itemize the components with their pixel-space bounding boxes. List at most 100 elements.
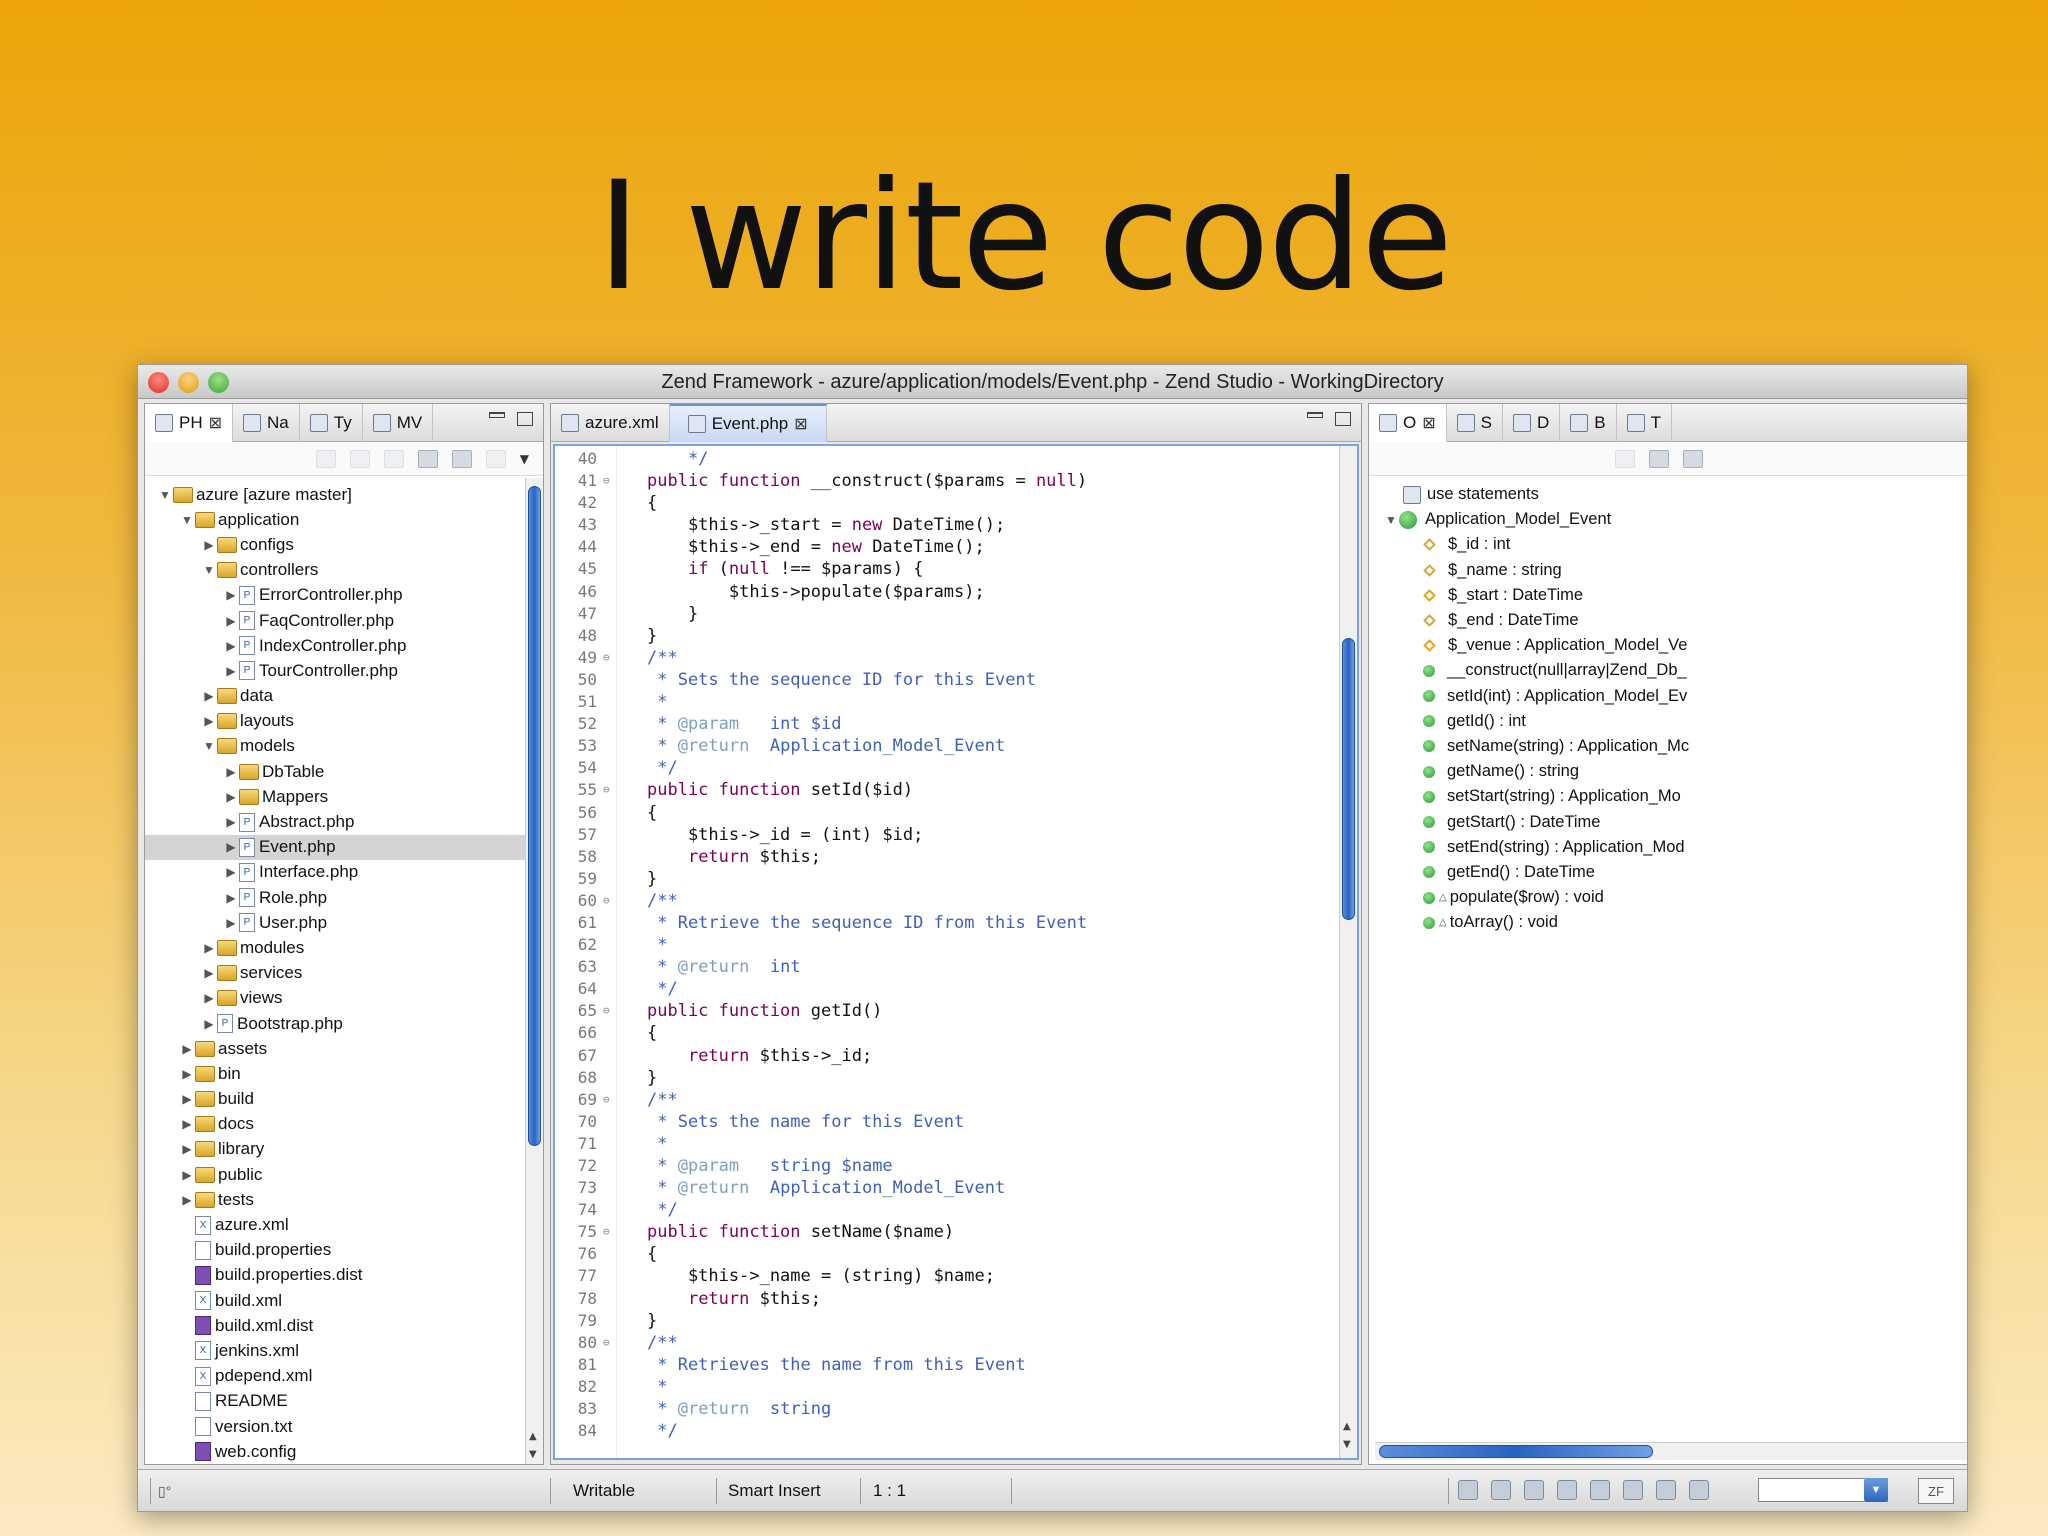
outline-item[interactable]: use statements	[1383, 482, 1967, 507]
expand-arrow-icon[interactable]: ▶	[201, 538, 217, 552]
tree-item[interactable]: ▶ P User.php	[145, 910, 525, 935]
back-icon[interactable]	[315, 449, 336, 468]
code-line[interactable]: 53 * @return Application_Model_Event	[555, 735, 1333, 757]
code-line[interactable]: 61 * Retrieve the sequence ID from this …	[555, 912, 1333, 934]
code-line[interactable]: 74 */	[555, 1199, 1333, 1221]
editor-scroll-thumb[interactable]	[1342, 638, 1355, 920]
zend-logo-icon[interactable]: ZF	[1918, 1478, 1954, 1504]
tree-item[interactable]: ▶ modules	[145, 935, 525, 960]
outline-item[interactable]: $_end : DateTime	[1383, 608, 1967, 633]
expand-arrow-icon[interactable]: ▶	[179, 1117, 195, 1131]
fold-toggle-icon[interactable]: ⊖	[603, 779, 617, 801]
tree-item[interactable]: web.config	[145, 1439, 525, 1464]
tree-item[interactable]: ▶ P IndexController.php	[145, 633, 525, 658]
maximize-panel-icon[interactable]	[517, 412, 533, 426]
collapse-arrow-icon[interactable]: ▼	[157, 488, 173, 502]
close-icon[interactable]: ⊠	[209, 413, 222, 433]
code-line[interactable]: 67 return $this->_id;	[555, 1045, 1333, 1067]
code-line[interactable]: 64 */	[555, 978, 1333, 1000]
tab-ph[interactable]: PH ⊠	[145, 403, 234, 442]
hide-fields-icon[interactable]	[1615, 449, 1635, 468]
code-line[interactable]: 78 return $this;	[555, 1288, 1333, 1310]
bug-icon[interactable]	[1557, 1480, 1577, 1500]
code-line[interactable]: 62 *	[555, 934, 1333, 956]
tree-item[interactable]: README	[145, 1389, 525, 1414]
tree-item[interactable]: ▶ docs	[145, 1112, 525, 1137]
tree-item[interactable]: ▶ P Abstract.php	[145, 809, 525, 834]
code-editor[interactable]: 40 */41 ⊖ public function __construct($par…	[553, 444, 1448, 1460]
code-line[interactable]: 66 {	[555, 1022, 1333, 1044]
expand-arrow-icon[interactable]: ▶	[223, 790, 239, 804]
code-line[interactable]: 77 $this->_name = (string) $name;	[555, 1265, 1333, 1287]
code-line[interactable]: 55 ⊖ public function setId($id)	[555, 779, 1333, 801]
editor-scroll-down-icon[interactable]: ▼	[1343, 1439, 1351, 1450]
tree-item[interactable]: ▶ services	[145, 961, 525, 986]
code-line[interactable]: 40 */	[555, 448, 1333, 470]
outline-tab-t[interactable]: T	[1617, 403, 1672, 442]
tree-item[interactable]: ▶ library	[145, 1137, 525, 1162]
up-icon[interactable]	[383, 449, 404, 468]
expand-arrow-icon[interactable]: ▶	[201, 966, 217, 980]
code-line[interactable]: 73 * @return Application_Model_Event	[555, 1177, 1333, 1199]
tree-item[interactable]: ▶ Mappers	[145, 784, 525, 809]
code-line[interactable]: 47 }	[555, 603, 1333, 625]
tree-item[interactable]: ▼ controllers	[145, 558, 525, 583]
fold-toggle-icon[interactable]: ⊖	[603, 1332, 617, 1354]
outline-tab-o[interactable]: O ⊠	[1369, 403, 1447, 442]
tree-item[interactable]: ▶ layouts	[145, 709, 525, 734]
close-icon[interactable]: ⊠	[1422, 413, 1435, 433]
code-line[interactable]: 50 * Sets the sequence ID for this Event	[555, 669, 1333, 691]
tree-item[interactable]: ▶ P Event.php	[145, 834, 525, 860]
code-line[interactable]: 70 * Sets the name for this Event	[555, 1111, 1333, 1133]
tree-item[interactable]: ▶ assets	[145, 1036, 525, 1061]
terminal-icon[interactable]	[1458, 1480, 1478, 1500]
collapse-arrow-icon[interactable]: ▼	[201, 563, 217, 577]
tree-item[interactable]: ▶ P Interface.php	[145, 860, 525, 885]
tree-item[interactable]: ▶ P TourController.php	[145, 658, 525, 683]
close-window-button[interactable]	[148, 372, 169, 393]
expand-arrow-icon[interactable]: ▶	[201, 714, 217, 728]
code-line[interactable]: 54 */	[555, 757, 1333, 779]
fold-toggle-icon[interactable]: ⊖	[603, 1089, 617, 1111]
code-line[interactable]: 82 *	[555, 1376, 1333, 1398]
outline-tab-b[interactable]: B	[1560, 403, 1617, 442]
code-line[interactable]: 80 ⊖ /**	[555, 1332, 1333, 1354]
expand-arrow-icon[interactable]: ▶	[223, 815, 239, 829]
code-line[interactable]: 59}	[555, 868, 1333, 890]
tree-item[interactable]: ▶ P Role.php	[145, 885, 525, 910]
explorer-scrollbar[interactable]: ▲ ▼	[525, 478, 543, 1464]
expand-arrow-icon[interactable]: ▶	[201, 941, 217, 955]
tree-item[interactable]: ▶ DbTable	[145, 759, 525, 784]
code-line[interactable]: 69 ⊖ /**	[555, 1089, 1333, 1111]
close-tab-icon[interactable]: ⊠	[794, 414, 807, 434]
collapse-arrow-icon[interactable]: ▼	[1383, 513, 1399, 527]
collapse-outline-icon[interactable]	[1649, 449, 1669, 468]
tree-item[interactable]: build.xml.dist	[145, 1313, 525, 1338]
server-icon[interactable]	[1491, 1480, 1511, 1500]
tree-item[interactable]: ▶ views	[145, 986, 525, 1011]
fast-view-icon[interactable]: ▯°	[158, 1470, 171, 1511]
explorer-scroll-thumb[interactable]	[528, 486, 541, 1146]
outline-hscroll-thumb[interactable]	[1379, 1445, 1653, 1458]
expand-arrow-icon[interactable]: ▶	[179, 1142, 195, 1156]
expand-arrow-icon[interactable]: ▶	[179, 1042, 195, 1056]
tree-item[interactable]: ▶ build	[145, 1087, 525, 1112]
outline-item[interactable]: getId() : int	[1383, 709, 1967, 734]
outline-item[interactable]: $_venue : Application_Model_Ve	[1383, 633, 1967, 658]
outline-item[interactable]: ▼ Application_Model_Event	[1383, 507, 1967, 532]
collapse-arrow-icon[interactable]: ▼	[201, 739, 217, 753]
code-line[interactable]: 63 * @return int	[555, 956, 1333, 978]
outline-item[interactable]: △ toArray() : void	[1383, 910, 1967, 935]
link-with-editor-icon[interactable]	[451, 449, 472, 468]
code-line[interactable]: 56 {	[555, 802, 1333, 824]
tree-item[interactable]: Xpdepend.xml	[145, 1364, 525, 1389]
editor-tab-azure-xml[interactable]: azure.xml	[551, 403, 670, 442]
outline-item[interactable]: △ populate($row) : void	[1383, 885, 1967, 910]
fold-toggle-icon[interactable]: ⊖	[603, 1000, 617, 1022]
tree-item[interactable]: ▶ public	[145, 1162, 525, 1187]
outline-tab-d[interactable]: D	[1503, 403, 1561, 442]
tree-item[interactable]: ▶ P Bootstrap.php	[145, 1011, 525, 1036]
tab-na[interactable]: Na	[233, 403, 300, 442]
expand-arrow-icon[interactable]: ▶	[223, 916, 239, 930]
tree-item[interactable]: Xazure.xml	[145, 1212, 525, 1237]
